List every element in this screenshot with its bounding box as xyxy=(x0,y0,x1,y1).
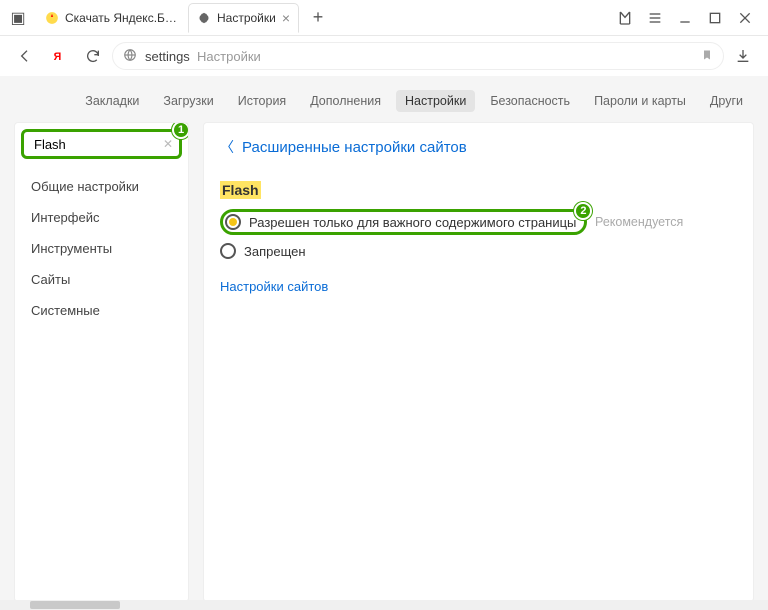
radio-label: Разрешен только для важного содержимого … xyxy=(249,215,576,230)
sidebar-section-list: Общие настройки Интерфейс Инструменты Са… xyxy=(15,165,188,332)
window-minimize-button[interactable] xyxy=(670,3,700,33)
window-maximize-button[interactable] xyxy=(700,3,730,33)
tab-title: Настройки xyxy=(217,11,276,25)
address-bar: Я settings Настройки xyxy=(0,36,768,76)
favicon-gear-icon xyxy=(197,11,211,25)
nav-item-security[interactable]: Безопасность xyxy=(481,90,579,112)
recommended-label: Рекомендуется xyxy=(595,215,683,229)
settings-page: Закладки Загрузки История Дополнения Нас… xyxy=(0,76,768,600)
tab-title: Скачать Яндекс.Браузер д xyxy=(65,11,177,25)
settings-search-input[interactable] xyxy=(32,136,159,153)
settings-top-nav: Закладки Загрузки История Дополнения Нас… xyxy=(0,76,768,122)
svg-text:Я: Я xyxy=(54,51,62,63)
radio-icon xyxy=(225,214,241,230)
settings-main-panel: 〈 Расширенные настройки сайтов Flash Раз… xyxy=(203,122,754,600)
nav-reload-button[interactable] xyxy=(78,41,108,71)
nav-item-bookmarks[interactable]: Закладки xyxy=(76,90,148,112)
annotation-badge-1: 1 xyxy=(172,122,189,139)
settings-search-wrap: ✕ 1 xyxy=(15,123,188,165)
new-tab-button[interactable]: + xyxy=(305,5,331,31)
nav-back-button[interactable] xyxy=(10,41,40,71)
site-settings-link[interactable]: Настройки сайтов xyxy=(220,279,328,294)
browser-tab-0[interactable]: Скачать Яндекс.Браузер д xyxy=(36,3,186,33)
bookmark-icon[interactable] xyxy=(701,49,713,64)
chevron-left-icon: 〈 xyxy=(220,137,234,157)
nav-item-passwords[interactable]: Пароли и карты xyxy=(585,90,695,112)
radio-icon xyxy=(220,243,236,259)
sidebar-item-interface[interactable]: Интерфейс xyxy=(15,202,188,233)
nav-item-other[interactable]: Други xyxy=(701,90,752,112)
omnibox[interactable]: settings Настройки xyxy=(112,42,724,70)
site-info-icon[interactable] xyxy=(123,48,137,65)
radio-label: Запрещен xyxy=(244,244,306,259)
radio-flash-blocked[interactable]: Запрещен xyxy=(220,241,737,261)
omnibox-text: settings Настройки xyxy=(145,49,693,64)
titlebar: ▣ Скачать Яндекс.Браузер д Настройки × + xyxy=(0,0,768,36)
settings-search-box[interactable]: ✕ xyxy=(21,129,182,159)
sidebar-item-sites[interactable]: Сайты xyxy=(15,264,188,295)
nav-item-history[interactable]: История xyxy=(229,90,295,112)
side-panel-icon[interactable]: ▣ xyxy=(0,8,36,28)
favicon-yandex-icon xyxy=(45,11,59,25)
horizontal-scrollbar[interactable] xyxy=(0,600,768,610)
nav-item-settings[interactable]: Настройки xyxy=(396,90,475,112)
tab-close-icon[interactable]: × xyxy=(282,11,290,25)
downloads-button[interactable] xyxy=(728,41,758,71)
window-close-button[interactable] xyxy=(730,3,760,33)
back-link-label: Расширенные настройки сайтов xyxy=(242,139,467,156)
nav-item-downloads[interactable]: Загрузки xyxy=(154,90,222,112)
flash-radio-group: Разрешен только для важного содержимого … xyxy=(220,209,737,261)
section-title-flash: Flash xyxy=(220,181,261,199)
browser-tab-1[interactable]: Настройки × xyxy=(188,3,299,33)
annotation-badge-2: 2 xyxy=(574,202,592,220)
menu-icon[interactable] xyxy=(640,3,670,33)
reader-icon[interactable] xyxy=(610,3,640,33)
sidebar-item-tools[interactable]: Инструменты xyxy=(15,233,188,264)
radio-flash-important-only[interactable]: Разрешен только для важного содержимого … xyxy=(220,209,587,235)
sidebar-item-general[interactable]: Общие настройки xyxy=(15,171,188,202)
settings-sidebar: ✕ 1 Общие настройки Интерфейс Инструмент… xyxy=(14,122,189,600)
nav-item-extensions[interactable]: Дополнения xyxy=(301,90,390,112)
scrollbar-thumb[interactable] xyxy=(30,601,120,609)
sidebar-item-system[interactable]: Системные xyxy=(15,295,188,326)
back-to-advanced-link[interactable]: 〈 Расширенные настройки сайтов xyxy=(220,137,737,157)
yandex-home-button[interactable]: Я xyxy=(44,41,74,71)
search-clear-icon[interactable]: ✕ xyxy=(163,137,173,151)
